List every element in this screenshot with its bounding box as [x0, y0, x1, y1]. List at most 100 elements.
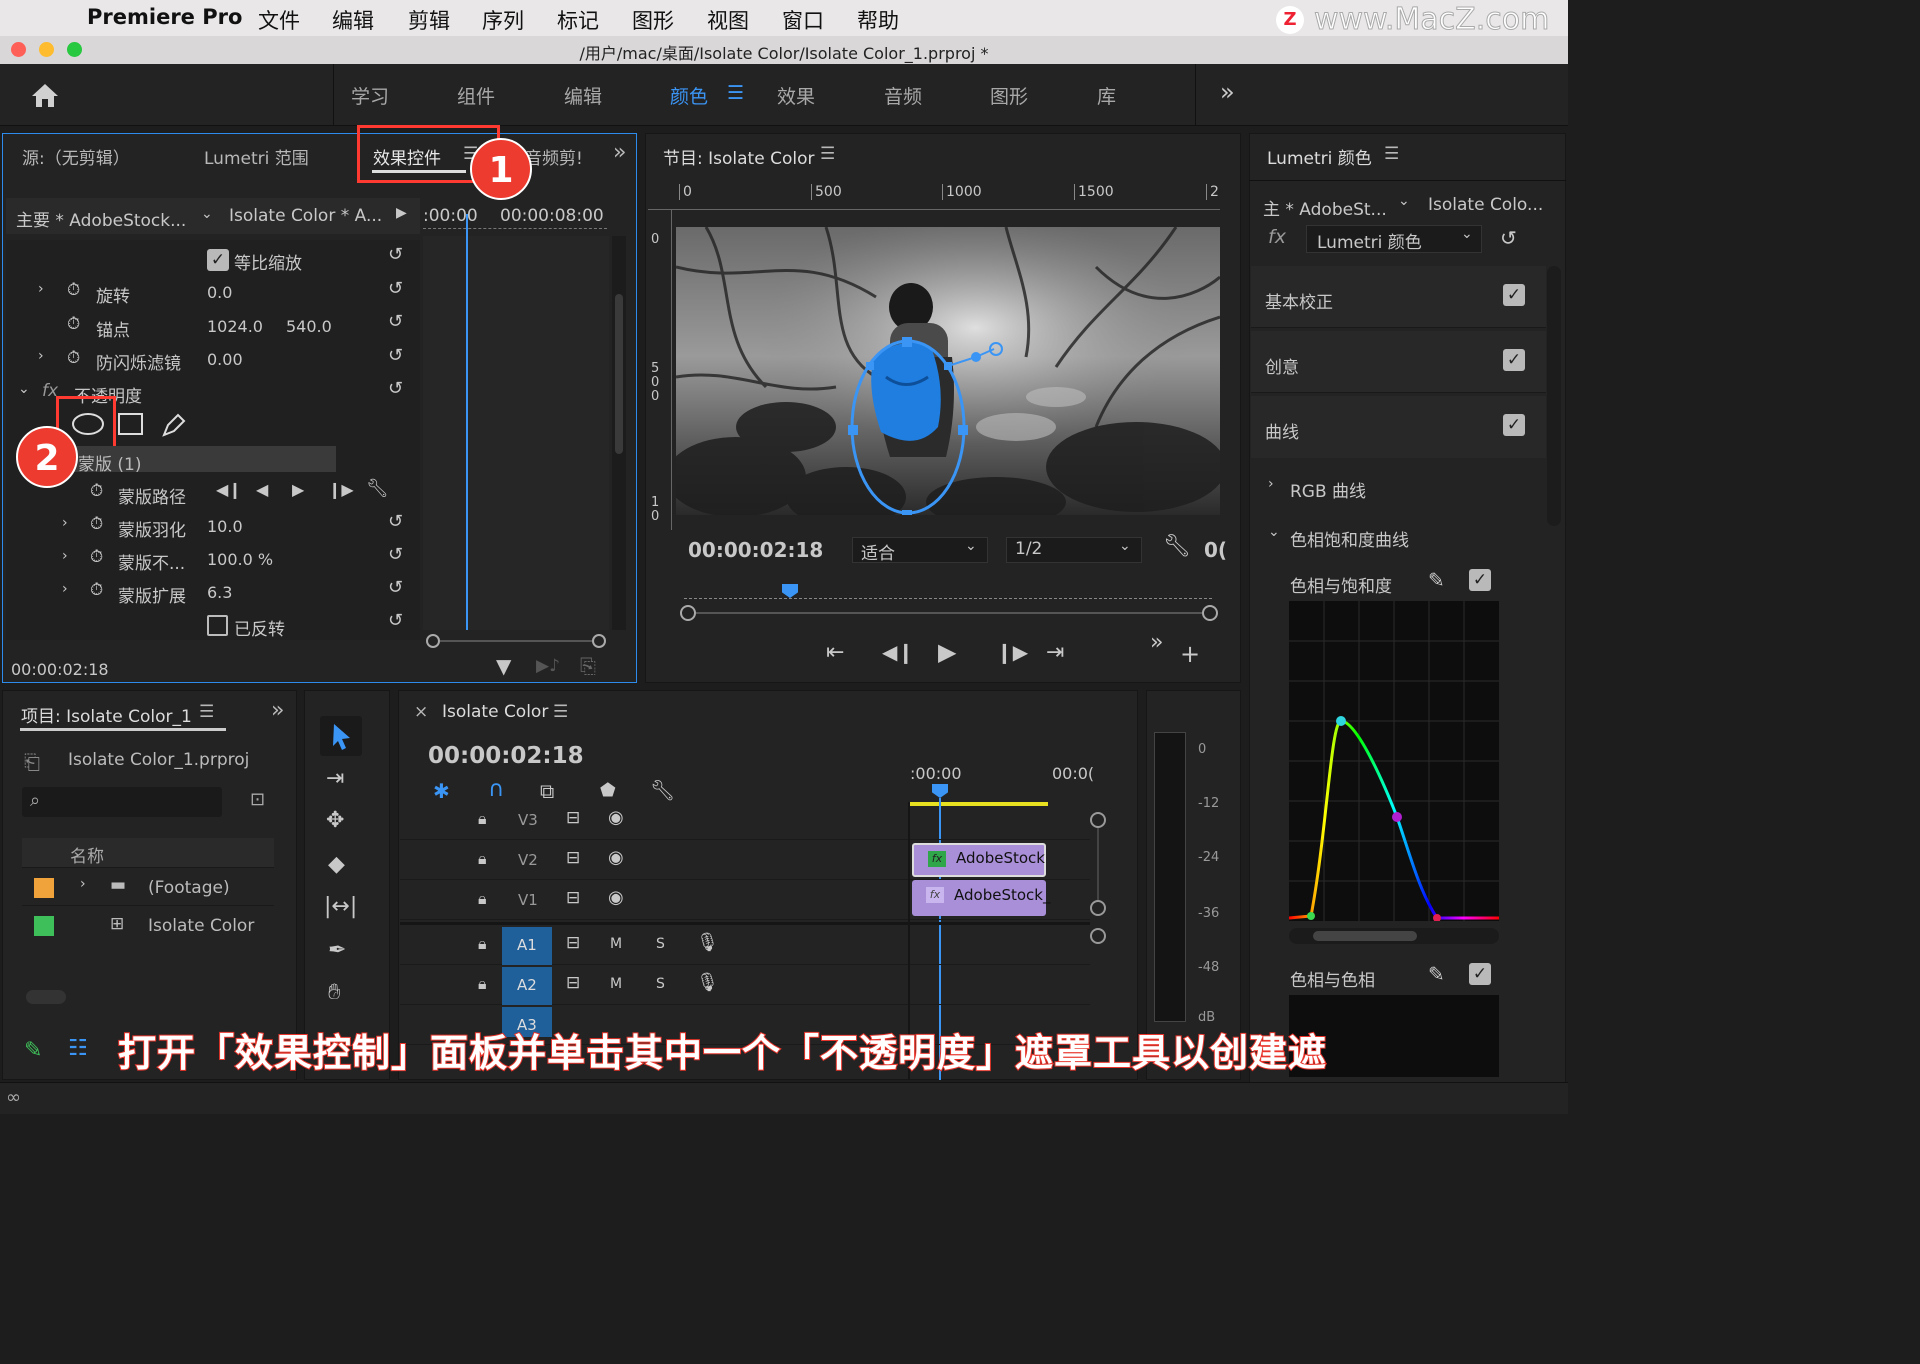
collapse-opacity-icon[interactable]: ⌄ — [18, 381, 30, 397]
hue-sat-curve[interactable] — [1288, 601, 1499, 922]
lumetri-master-clip[interactable]: 主 * AdobeSt... — [1263, 195, 1387, 220]
track-forward-one-frame-icon[interactable]: ▶ — [292, 480, 304, 499]
mute-button[interactable]: M — [610, 976, 622, 992]
audio-zoom-handle[interactable] — [1090, 928, 1106, 944]
chevron-down-icon[interactable]: ⌄ — [201, 206, 213, 222]
step-back-icon[interactable]: ◀❙ — [882, 640, 914, 664]
menu-help[interactable]: 帮助 — [857, 5, 899, 35]
ec-scrollbar-thumb[interactable] — [615, 294, 623, 454]
wrench-icon[interactable]: 🔧︎ — [366, 478, 389, 499]
lock-icon[interactable]: 🔒︎ — [478, 809, 487, 829]
hue-vs-sat-checkbox[interactable]: ✓ — [1469, 569, 1491, 591]
eye-icon[interactable]: ◉ — [608, 847, 624, 868]
lock-icon[interactable]: 🔒︎ — [478, 889, 487, 909]
app-menu[interactable]: Premiere Pro — [87, 5, 242, 29]
hue-scrollbar[interactable] — [1289, 928, 1499, 944]
reset-icon[interactable]: ↺ — [388, 244, 403, 265]
master-clip-label[interactable]: 主要 * AdobeStock... — [16, 206, 186, 231]
workspace-effects[interactable]: 效果 — [777, 82, 815, 109]
close-window-button[interactable] — [11, 42, 26, 57]
pencil-icon[interactable]: ✎ — [24, 1038, 42, 1063]
timeline-settings-wrench-icon[interactable]: 🔧︎ — [650, 778, 675, 802]
section-enable-checkbox[interactable]: ✓ — [1503, 414, 1525, 436]
eyedropper-icon[interactable]: ✎ — [1428, 962, 1445, 986]
sync-lock-icon[interactable]: ⊟ — [566, 888, 580, 908]
snap-magnet-icon[interactable]: ∩ — [488, 777, 504, 802]
lumetri-scrollbar[interactable] — [1547, 266, 1561, 526]
home-icon[interactable] — [30, 82, 60, 108]
zoom-handle-left[interactable] — [426, 634, 440, 648]
expand-mask-opacity-icon[interactable]: › — [62, 548, 68, 564]
rgb-curves-label[interactable]: RGB 曲线 — [1290, 477, 1366, 502]
project-scrollbar[interactable] — [26, 990, 66, 1004]
hue-sat-curves-label[interactable]: 色相饱和度曲线 — [1290, 526, 1409, 551]
section-enable-checkbox[interactable]: ✓ — [1503, 284, 1525, 306]
program-timecode[interactable]: 00:00:02:18 — [688, 538, 823, 562]
reset-icon[interactable]: ↺ — [388, 577, 403, 598]
program-playhead[interactable] — [782, 584, 798, 598]
lock-icon[interactable]: 🔒︎ — [478, 934, 487, 954]
lumetri-effect-dropdown[interactable]: Lumetri 颜色 ⌄ — [1306, 225, 1482, 253]
clip-v1[interactable]: fx AdobeStock_ — [912, 880, 1050, 916]
menu-clip[interactable]: 剪辑 — [408, 5, 450, 35]
rectangle-mask-tool-icon[interactable] — [117, 411, 145, 437]
timeline-title[interactable]: Isolate Color — [442, 702, 548, 722]
reset-icon[interactable]: ↺ — [388, 311, 403, 332]
menu-edit[interactable]: 编辑 — [332, 5, 374, 35]
menu-marker[interactable]: 标记 — [557, 5, 599, 35]
vertical-zoom-handle-top[interactable] — [1090, 812, 1106, 828]
reset-icon[interactable]: ↺ — [388, 511, 403, 532]
play-only-clip-icon[interactable]: ▶ — [396, 205, 407, 221]
track-forward-icon[interactable]: ❙▶ — [328, 480, 354, 499]
section-basic-correction[interactable]: 基本校正 ✓ — [1251, 266, 1546, 328]
mute-button[interactable]: M — [610, 936, 622, 952]
panel-menu-icon[interactable]: ☰ — [199, 702, 214, 722]
sequence-clip-label[interactable]: Isolate Color * A... — [229, 206, 382, 226]
stopwatch-icon[interactable]: ⏱ — [67, 314, 80, 334]
hue-vs-sat-curve-graph[interactable] — [1288, 601, 1499, 922]
add-button-icon[interactable]: + — [1180, 640, 1200, 668]
eyedropper-icon[interactable]: ✎ — [1428, 568, 1445, 592]
snap-nest-icon[interactable]: ✱ — [433, 779, 450, 803]
sync-lock-icon[interactable]: ⊟ — [566, 808, 580, 828]
collapse-hue-sat-icon[interactable]: ⌄ — [1268, 524, 1280, 540]
expand-rotation-icon[interactable]: › — [38, 281, 44, 297]
track-backward-icon[interactable]: ◀❙ — [216, 480, 242, 499]
project-title[interactable]: 项目: Isolate Color_1 — [21, 702, 192, 727]
reset-icon[interactable]: ↺ — [388, 378, 403, 399]
panel-menu-icon[interactable]: ☰ — [820, 144, 835, 164]
selection-tool[interactable] — [320, 716, 362, 756]
lumetri-title[interactable]: Lumetri 颜色 — [1267, 144, 1372, 169]
project-search-input[interactable]: ⌕ — [22, 787, 222, 817]
more-tabs-icon[interactable]: » — [271, 698, 284, 723]
mask-opacity-value[interactable]: 100.0 % — [207, 550, 273, 569]
track-a2[interactable]: 🔒︎ A2 ⊟ M S 🎙︎ — [400, 967, 1090, 1005]
microphone-icon[interactable]: 🎙︎ — [696, 932, 719, 953]
timeline-timecode[interactable]: 00:00:02:18 — [428, 743, 584, 769]
tab-lumetri-scopes[interactable]: Lumetri 范围 — [204, 144, 309, 169]
project-item-sequence[interactable]: ⊞ Isolate Color — [22, 908, 274, 944]
zoom-handle-right[interactable] — [592, 634, 606, 648]
more-tabs-icon[interactable]: » — [613, 140, 626, 165]
uniform-scale-checkbox[interactable]: ✓ — [207, 249, 229, 271]
anchor-x-value[interactable]: 1024.0 — [207, 317, 263, 336]
lumetri-sequence-clip[interactable]: Isolate Colo... — [1428, 195, 1543, 215]
ec-timecode[interactable]: 00:00:02:18 — [11, 660, 109, 679]
workspace-learn[interactable]: 学习 — [351, 82, 389, 109]
expand-folder-icon[interactable]: › — [80, 876, 86, 892]
clip-v2[interactable]: fx AdobeStock — [912, 843, 1046, 877]
workspace-graphics[interactable]: 图形 — [990, 82, 1028, 109]
settings-wrench-icon[interactable]: 🔧︎ — [1163, 534, 1191, 559]
workspace-editing[interactable]: 编辑 — [564, 82, 602, 109]
expand-mask-expansion-icon[interactable]: › — [62, 581, 68, 597]
solo-button[interactable]: S — [656, 976, 665, 992]
workspace-menu-icon[interactable]: ☰ — [727, 82, 744, 104]
workspace-audio[interactable]: 音频 — [884, 82, 922, 109]
section-curves[interactable]: 曲线 ✓ — [1251, 396, 1546, 458]
program-video-frame[interactable] — [676, 227, 1220, 515]
lock-icon[interactable]: 🔒︎ — [478, 849, 487, 869]
sync-lock-icon[interactable]: ⊟ — [566, 848, 580, 868]
sync-lock-icon[interactable]: ⊟ — [566, 933, 580, 953]
stopwatch-icon[interactable]: ⏱ — [90, 547, 103, 567]
reset-icon[interactable]: ↺ — [388, 345, 403, 366]
